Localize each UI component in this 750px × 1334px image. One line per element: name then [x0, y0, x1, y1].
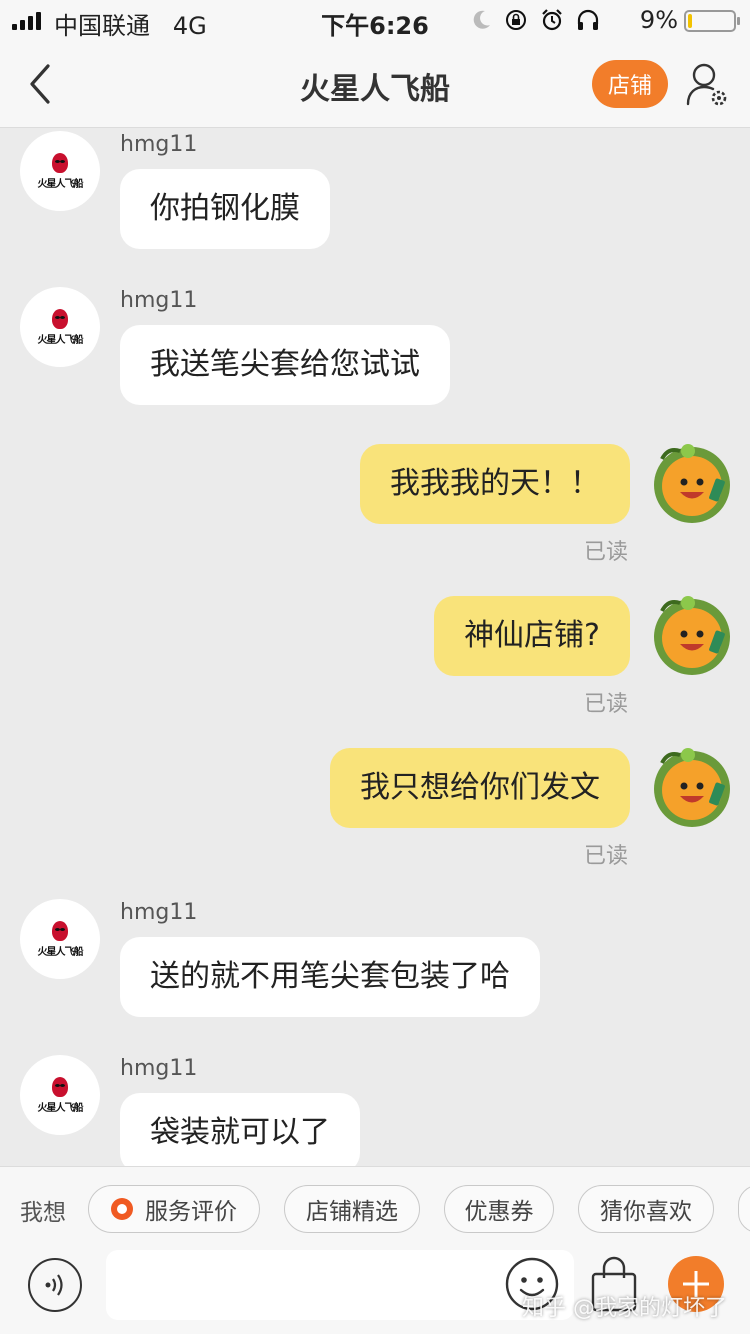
chip-more[interactable]	[738, 1185, 750, 1233]
battery-level	[688, 14, 692, 28]
shop-avatar[interactable]: 火星人飞船	[20, 131, 100, 211]
shop-avatar[interactable]: 火星人飞船	[20, 899, 100, 979]
sender-name: hmg11	[120, 288, 198, 313]
voice-icon	[45, 1274, 63, 1296]
orange-mascot-avatar[interactable]	[648, 743, 736, 831]
alien-logo-icon	[52, 308, 68, 329]
rotation-lock-icon	[506, 10, 526, 30]
watermark: 知乎 @我家的灯坏了	[522, 1296, 727, 1321]
sender-name: hmg11	[120, 900, 198, 925]
read-status: 已读	[583, 540, 628, 565]
incoming-message[interactable]: 我送笔尖套给您试试	[120, 325, 450, 405]
read-status: 已读	[583, 692, 628, 717]
alien-logo-icon	[52, 920, 68, 941]
alarm-icon	[542, 9, 562, 31]
alien-logo-icon	[52, 152, 68, 173]
suggestion-label: 我想	[20, 1200, 66, 1226]
battery-icon	[684, 10, 740, 32]
read-status: 已读	[583, 844, 628, 869]
user-settings-button[interactable]	[684, 60, 730, 110]
service-review-icon	[111, 1198, 133, 1220]
chip-shop-picks[interactable]: 店铺精选	[284, 1185, 420, 1233]
incoming-message[interactable]: 袋装就可以了	[120, 1093, 360, 1166]
moon-icon	[473, 10, 490, 29]
shop-logo-text: 火星人飞船	[37, 1102, 84, 1114]
status-icons	[472, 8, 600, 32]
chip-label: 服务评价	[145, 1199, 237, 1225]
headphones-icon	[577, 9, 599, 30]
shop-button[interactable]: 店铺	[592, 60, 668, 108]
shop-logo-text: 火星人飞船	[37, 334, 84, 346]
chevron-left-icon	[30, 64, 50, 104]
alien-logo-icon	[52, 1076, 68, 1097]
status-time: 下午6:26	[321, 12, 429, 40]
battery-percent: 9%	[639, 6, 678, 34]
outgoing-message[interactable]: 我只想给你们发文	[330, 748, 630, 828]
orange-mascot-avatar[interactable]	[648, 591, 736, 679]
nav-bar: 火星人飞船 店铺	[0, 40, 750, 128]
shop-logo-text: 火星人飞船	[37, 178, 84, 190]
orange-mascot-avatar[interactable]	[648, 439, 736, 527]
status-bar: 中国联通 4G 下午6:26 9%	[0, 0, 750, 40]
chip-guess-you-like[interactable]: 猜你喜欢	[578, 1185, 714, 1233]
chat-area[interactable]: 火星人飞船 hmg11 你拍钢化膜 火星人飞船 hmg11 我送笔尖套给您试试 …	[0, 128, 750, 1166]
user-settings-icon	[686, 63, 727, 106]
chip-coupons[interactable]: 优惠券	[444, 1185, 554, 1233]
outgoing-message[interactable]: 我我我的天！！	[360, 444, 630, 524]
shop-avatar[interactable]: 火星人飞船	[20, 287, 100, 367]
shop-avatar[interactable]: 火星人飞船	[20, 1055, 100, 1135]
chip-service-review[interactable]: 服务评价	[88, 1185, 260, 1233]
outgoing-message[interactable]: 神仙店铺?	[434, 596, 630, 676]
quick-suggestion-bar: 我想 服务评价 店铺精选 优惠券 猜你喜欢	[0, 1166, 750, 1248]
sender-name: hmg11	[120, 1056, 198, 1081]
voice-button[interactable]	[28, 1258, 82, 1312]
incoming-message[interactable]: 送的就不用笔尖套包装了哈	[120, 937, 540, 1017]
back-button[interactable]	[22, 62, 62, 106]
shop-logo-text: 火星人飞船	[37, 946, 84, 958]
incoming-message[interactable]: 你拍钢化膜	[120, 169, 330, 249]
sender-name: hmg11	[120, 132, 198, 157]
